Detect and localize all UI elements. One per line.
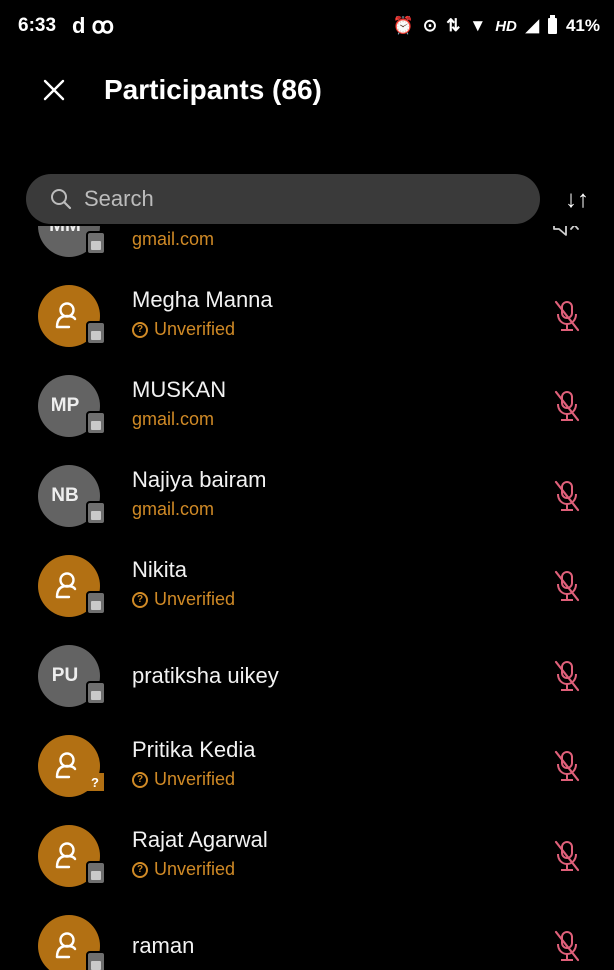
mic-muted-icon[interactable] bbox=[552, 569, 582, 603]
wifi-icon: ▼ bbox=[469, 16, 487, 35]
data-arrows-icon: ⇅ bbox=[446, 16, 461, 35]
battery-percent: 41% bbox=[565, 16, 600, 35]
unverified-icon: ? bbox=[132, 591, 148, 608]
user-icon bbox=[55, 572, 77, 599]
speaker-muted-icon[interactable] bbox=[550, 226, 582, 239]
participant-subtitle: ? Unverified bbox=[132, 589, 235, 610]
participant-name: Megha Manna bbox=[132, 287, 273, 312]
mic-muted-icon[interactable] bbox=[552, 299, 582, 333]
participant-subtitle: gmail.com bbox=[132, 499, 214, 520]
status-right: ⏰ ⊙ ⇅ ▼ HD ◢ 41% bbox=[392, 15, 600, 36]
user-icon bbox=[55, 842, 77, 869]
participant-subtitle-text: Unverified bbox=[154, 859, 236, 879]
mobile-device-icon bbox=[86, 591, 106, 615]
participant-list[interactable]: MMMayank Maheshwarigmail.com Megha Manna?… bbox=[0, 226, 614, 970]
participant-row[interactable]: MMMayank Maheshwarigmail.com bbox=[0, 226, 614, 271]
search-input[interactable]: Search bbox=[26, 174, 540, 224]
participant-subtitle-text: gmail.com bbox=[132, 499, 215, 519]
alarm-icon: ⏰ bbox=[392, 16, 414, 35]
participant-subtitle-text: Unverified bbox=[154, 589, 236, 609]
participant-subtitle: gmail.com bbox=[132, 229, 214, 250]
mobile-device-icon bbox=[86, 951, 106, 970]
participant-subtitle-text: gmail.com bbox=[132, 409, 215, 429]
participant-name: raman bbox=[132, 933, 195, 958]
mobile-device-icon bbox=[86, 501, 106, 525]
participant-subtitle: ? Unverified bbox=[132, 769, 235, 790]
search-icon bbox=[51, 189, 72, 210]
unverified-icon: ? bbox=[132, 321, 148, 338]
avatar bbox=[38, 285, 106, 347]
mobile-device-icon bbox=[86, 411, 106, 435]
participant-name: MUSKAN bbox=[132, 377, 227, 402]
avatar bbox=[38, 555, 106, 617]
unverified-icon: ? bbox=[132, 771, 148, 788]
participant-subtitle-text: Unverified bbox=[154, 769, 236, 789]
participant-row[interactable]: MP MUSKAN gmail.com bbox=[0, 361, 614, 451]
avatar bbox=[38, 915, 106, 970]
participant-row[interactable]: raman bbox=[0, 901, 614, 970]
unverified-icon: ? bbox=[132, 861, 148, 878]
mic-muted-icon[interactable] bbox=[552, 479, 582, 513]
mic-muted-icon[interactable] bbox=[552, 749, 582, 783]
avatar bbox=[38, 825, 106, 887]
participant-row[interactable]: PU pratiksha uikey bbox=[0, 631, 614, 721]
mobile-device-icon bbox=[86, 321, 106, 345]
mic-muted-icon[interactable] bbox=[552, 659, 582, 693]
participant-row[interactable]: Megha Manna? Unverified bbox=[0, 271, 614, 361]
hd-icon: HD bbox=[495, 17, 517, 35]
participant-name: pratiksha uikey bbox=[132, 663, 279, 688]
participant-name: Najiya bairam bbox=[132, 467, 267, 492]
participant-row[interactable]: Nikita? Unverified bbox=[0, 541, 614, 631]
avatar-initials: MM bbox=[49, 226, 81, 237]
participant-name: Rajat Agarwal bbox=[132, 827, 268, 852]
avatar: MP bbox=[38, 375, 106, 437]
user-icon bbox=[55, 752, 77, 779]
avatar-initials: MP bbox=[50, 395, 80, 416]
sort-button[interactable]: ↓↑ bbox=[555, 180, 599, 220]
status-bar: 6:33 d ꝏ ⏰ ⊙ ⇅ ▼ HD ◢ 41% bbox=[0, 0, 614, 52]
mobile-device-icon bbox=[86, 231, 106, 255]
close-button[interactable] bbox=[30, 66, 78, 114]
signal-icon: ◢ bbox=[525, 16, 539, 35]
question-badge-icon: ? bbox=[86, 773, 104, 791]
page-title: Participants (86) bbox=[104, 74, 322, 105]
sync-icon: ⊙ bbox=[422, 16, 438, 35]
notification-icons: d ꝏ bbox=[72, 13, 114, 38]
participant-name: Nikita bbox=[132, 557, 188, 582]
avatar-initials: NB bbox=[51, 485, 79, 506]
avatar: MM bbox=[38, 226, 106, 257]
participant-row[interactable]: ? Pritika Kedia? Unverified bbox=[0, 721, 614, 811]
sort-icon: ↓↑ bbox=[565, 186, 589, 213]
search-placeholder: Search bbox=[84, 186, 154, 211]
close-icon bbox=[43, 79, 65, 101]
header: Participants (86) bbox=[0, 52, 614, 128]
mobile-device-icon bbox=[86, 681, 106, 705]
participant-subtitle: ? Unverified bbox=[132, 319, 235, 340]
mobile-device-icon bbox=[86, 861, 106, 885]
participant-name: Pritika Kedia bbox=[132, 737, 256, 762]
user-icon bbox=[55, 302, 77, 329]
participant-subtitle: gmail.com bbox=[132, 409, 214, 430]
participant-subtitle-text: Unverified bbox=[154, 319, 236, 339]
participant-subtitle: ? Unverified bbox=[132, 859, 235, 880]
participant-row[interactable]: NB Najiya bairam gmail.com bbox=[0, 451, 614, 541]
participant-row[interactable]: Rajat Agarwal? Unverified bbox=[0, 811, 614, 901]
avatar: ? bbox=[38, 735, 104, 797]
search-row: Search ↓↑ bbox=[0, 174, 614, 226]
user-icon bbox=[55, 932, 77, 959]
participant-subtitle-text: gmail.com bbox=[132, 229, 215, 249]
avatar: NB bbox=[38, 465, 106, 527]
avatar-initials: PU bbox=[51, 665, 79, 686]
mic-muted-icon[interactable] bbox=[552, 839, 582, 873]
mic-muted-icon[interactable] bbox=[552, 389, 582, 423]
status-time: 6:33 bbox=[18, 15, 57, 36]
battery-icon bbox=[547, 15, 557, 34]
mic-muted-icon[interactable] bbox=[552, 929, 582, 963]
avatar: PU bbox=[38, 645, 106, 707]
